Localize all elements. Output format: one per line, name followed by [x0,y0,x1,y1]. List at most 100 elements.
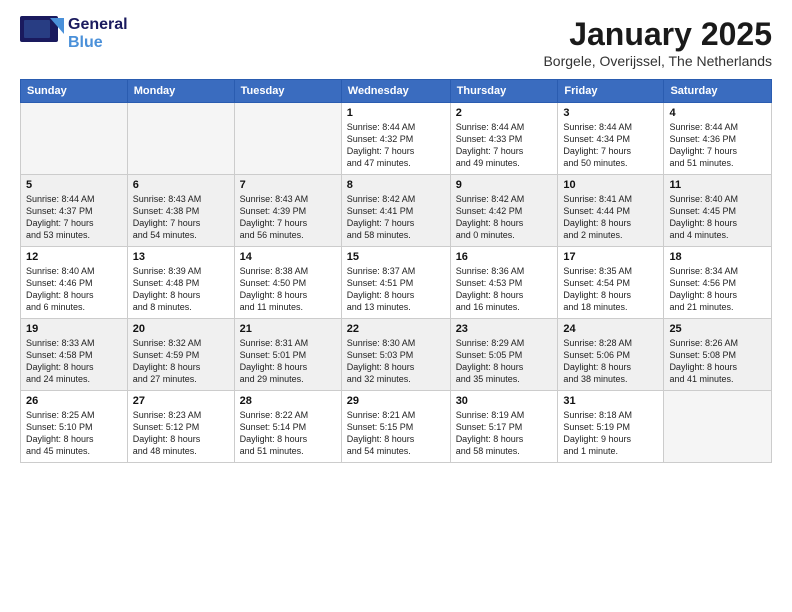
day-info: Sunrise: 8:43 AM Sunset: 4:38 PM Dayligh… [133,193,229,242]
day-info: Sunrise: 8:44 AM Sunset: 4:32 PM Dayligh… [347,121,445,170]
day-info: Sunrise: 8:44 AM Sunset: 4:36 PM Dayligh… [669,121,766,170]
day-number: 9 [456,179,553,191]
calendar-day-cell: 24 Sunrise: 8:28 AM Sunset: 5:06 PM Dayli… [558,319,664,391]
day-number: 26 [26,395,122,407]
calendar-day-cell: 7 Sunrise: 8:43 AM Sunset: 4:39 PM Daylig… [234,175,341,247]
day-number: 6 [133,179,229,191]
day-info: Sunrise: 8:44 AM Sunset: 4:34 PM Dayligh… [563,121,658,170]
day-number: 2 [456,107,553,119]
day-number: 16 [456,251,553,263]
day-number: 14 [240,251,336,263]
day-number: 31 [563,395,658,407]
col-tuesday: Tuesday [234,80,341,103]
day-info: Sunrise: 8:41 AM Sunset: 4:44 PM Dayligh… [563,193,658,242]
calendar-day-cell: 4Sunrise: 8:44 AM Sunset: 4:36 PM Daylig… [664,103,772,175]
calendar-day-cell [664,391,772,463]
day-info: Sunrise: 8:31 AM Sunset: 5:01 PM Dayligh… [240,337,336,386]
calendar-day-cell: 16 Sunrise: 8:36 AM Sunset: 4:53 PM Dayli… [450,247,558,319]
day-info: Sunrise: 8:38 AM Sunset: 4:50 PM Dayligh… [240,265,336,314]
month-title: January 2025 [543,16,772,53]
day-number: 29 [347,395,445,407]
day-info: Sunrise: 8:43 AM Sunset: 4:39 PM Dayligh… [240,193,336,242]
calendar-day-cell: 9 Sunrise: 8:42 AM Sunset: 4:42 PM Daylig… [450,175,558,247]
logo-blue: Blue [68,34,103,51]
calendar-header-row: Sunday Monday Tuesday Wednesday Thursday… [21,80,772,103]
calendar-day-cell: 1 Sunrise: 8:44 AM Sunset: 4:32 PM Daylig… [341,103,450,175]
day-info: Sunrise: 8:40 AM Sunset: 4:45 PM Dayligh… [669,193,766,242]
day-number: 10 [563,179,658,191]
title-area: January 2025 Borgele, Overijssel, The Ne… [543,16,772,69]
day-info: Sunrise: 8:37 AM Sunset: 4:51 PM Dayligh… [347,265,445,314]
calendar-week-row: 12 Sunrise: 8:40 AM Sunset: 4:46 PM Dayli… [21,247,772,319]
calendar-day-cell: 26 Sunrise: 8:25 AM Sunset: 5:10 PM Dayli… [21,391,128,463]
day-number: 19 [26,323,122,335]
calendar-day-cell [127,103,234,175]
calendar-day-cell: 28Sunrise: 8:22 AM Sunset: 5:14 PM Dayli… [234,391,341,463]
day-number: 8 [347,179,445,191]
day-number: 23 [456,323,553,335]
col-sunday: Sunday [21,80,128,103]
day-info: Sunrise: 8:40 AM Sunset: 4:46 PM Dayligh… [26,265,122,314]
day-info: Sunrise: 8:21 AM Sunset: 5:15 PM Dayligh… [347,409,445,458]
calendar-day-cell: 2 Sunrise: 8:44 AM Sunset: 4:33 PM Daylig… [450,103,558,175]
day-info: Sunrise: 8:32 AM Sunset: 4:59 PM Dayligh… [133,337,229,386]
location: Borgele, Overijssel, The Netherlands [543,53,772,69]
calendar-table: Sunday Monday Tuesday Wednesday Thursday… [20,79,772,463]
page-header: General Blue January 2025 Borgele, Overi… [20,16,772,69]
calendar-day-cell: 15 Sunrise: 8:37 AM Sunset: 4:51 PM Dayli… [341,247,450,319]
calendar-day-cell: 12 Sunrise: 8:40 AM Sunset: 4:46 PM Dayli… [21,247,128,319]
day-number: 28 [240,395,336,407]
day-number: 18 [669,251,766,263]
calendar-day-cell: 11 Sunrise: 8:40 AM Sunset: 4:45 PM Dayli… [664,175,772,247]
day-info: Sunrise: 8:34 AM Sunset: 4:56 PM Dayligh… [669,265,766,314]
day-number: 15 [347,251,445,263]
calendar-day-cell: 13Sunrise: 8:39 AM Sunset: 4:48 PM Dayli… [127,247,234,319]
col-wednesday: Wednesday [341,80,450,103]
calendar-day-cell: 29 Sunrise: 8:21 AM Sunset: 5:15 PM Dayli… [341,391,450,463]
day-number: 25 [669,323,766,335]
calendar-day-cell: 22Sunrise: 8:30 AM Sunset: 5:03 PM Dayli… [341,319,450,391]
day-number: 20 [133,323,229,335]
day-info: Sunrise: 8:42 AM Sunset: 4:41 PM Dayligh… [347,193,445,242]
day-info: Sunrise: 8:28 AM Sunset: 5:06 PM Dayligh… [563,337,658,386]
day-info: Sunrise: 8:23 AM Sunset: 5:12 PM Dayligh… [133,409,229,458]
day-number: 1 [347,107,445,119]
day-info: Sunrise: 8:42 AM Sunset: 4:42 PM Dayligh… [456,193,553,242]
col-thursday: Thursday [450,80,558,103]
calendar-week-row: 19Sunrise: 8:33 AM Sunset: 4:58 PM Dayli… [21,319,772,391]
day-info: Sunrise: 8:44 AM Sunset: 4:33 PM Dayligh… [456,121,553,170]
col-saturday: Saturday [664,80,772,103]
calendar-week-row: 5Sunrise: 8:44 AM Sunset: 4:37 PM Daylig… [21,175,772,247]
day-info: Sunrise: 8:29 AM Sunset: 5:05 PM Dayligh… [456,337,553,386]
col-friday: Friday [558,80,664,103]
calendar-day-cell: 8 Sunrise: 8:42 AM Sunset: 4:41 PM Daylig… [341,175,450,247]
day-info: Sunrise: 8:26 AM Sunset: 5:08 PM Dayligh… [669,337,766,386]
calendar-day-cell [234,103,341,175]
calendar-day-cell: 20 Sunrise: 8:32 AM Sunset: 4:59 PM Dayli… [127,319,234,391]
day-number: 12 [26,251,122,263]
calendar-day-cell: 21 Sunrise: 8:31 AM Sunset: 5:01 PM Dayli… [234,319,341,391]
calendar-day-cell: 5Sunrise: 8:44 AM Sunset: 4:37 PM Daylig… [21,175,128,247]
day-number: 11 [669,179,766,191]
calendar-week-row: 1 Sunrise: 8:44 AM Sunset: 4:32 PM Daylig… [21,103,772,175]
calendar-day-cell: 25 Sunrise: 8:26 AM Sunset: 5:08 PM Dayli… [664,319,772,391]
col-monday: Monday [127,80,234,103]
day-info: Sunrise: 8:30 AM Sunset: 5:03 PM Dayligh… [347,337,445,386]
calendar-day-cell: 3 Sunrise: 8:44 AM Sunset: 4:34 PM Daylig… [558,103,664,175]
logo: General Blue [20,16,128,52]
day-number: 24 [563,323,658,335]
day-number: 7 [240,179,336,191]
day-number: 17 [563,251,658,263]
calendar-day-cell [21,103,128,175]
day-number: 21 [240,323,336,335]
day-info: Sunrise: 8:36 AM Sunset: 4:53 PM Dayligh… [456,265,553,314]
day-number: 3 [563,107,658,119]
day-number: 13 [133,251,229,263]
logo-general: General [68,16,128,33]
calendar-day-cell: 19Sunrise: 8:33 AM Sunset: 4:58 PM Dayli… [21,319,128,391]
calendar-day-cell: 18 Sunrise: 8:34 AM Sunset: 4:56 PM Dayli… [664,247,772,319]
calendar-day-cell: 17Sunrise: 8:35 AM Sunset: 4:54 PM Dayli… [558,247,664,319]
day-info: Sunrise: 8:25 AM Sunset: 5:10 PM Dayligh… [26,409,122,458]
calendar-day-cell: 6 Sunrise: 8:43 AM Sunset: 4:38 PM Daylig… [127,175,234,247]
calendar-week-row: 26 Sunrise: 8:25 AM Sunset: 5:10 PM Dayli… [21,391,772,463]
